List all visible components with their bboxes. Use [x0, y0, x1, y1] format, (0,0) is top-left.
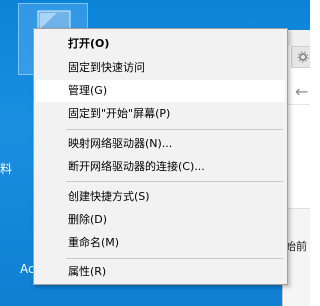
menu-item-delete[interactable]: 删除(D) [36, 209, 285, 231]
menu-item-open[interactable]: 打开(O) [36, 33, 285, 55]
menu-item-properties[interactable]: 属性(R) [36, 261, 285, 283]
back-arrow-icon[interactable]: ← [295, 82, 308, 101]
pane-text: 始前 [285, 240, 307, 253]
desktop-background: 料 Ac ← 始前 打开(O) 固定到快速访问 管理(G) 固定到"开始"屏幕(… [0, 0, 310, 306]
menu-item-pin-start[interactable]: 固定到"开始"屏幕(P) [36, 103, 285, 125]
desktop-icon-label-partial[interactable]: 料 [0, 160, 12, 177]
menu-item-disconnect-network-drive[interactable]: 断开网络驱动器的连接(C)... [36, 156, 285, 178]
context-menu: 打开(O) 固定到快速访问 管理(G) 固定到"开始"屏幕(P) 映射网络驱动器… [33, 28, 288, 285]
menu-separator [66, 181, 283, 182]
menu-item-create-shortcut[interactable]: 创建快捷方式(S) [36, 186, 285, 208]
menu-separator [66, 129, 283, 130]
menu-item-rename[interactable]: 重命名(M) [36, 232, 285, 254]
gear-icon[interactable] [291, 46, 310, 68]
menu-item-manage[interactable]: 管理(G) [36, 80, 285, 102]
menu-item-map-network-drive[interactable]: 映射网络驱动器(N)... [36, 133, 285, 155]
menu-item-pin-quick-access[interactable]: 固定到快速访问 [36, 57, 285, 79]
menu-separator [66, 258, 283, 259]
